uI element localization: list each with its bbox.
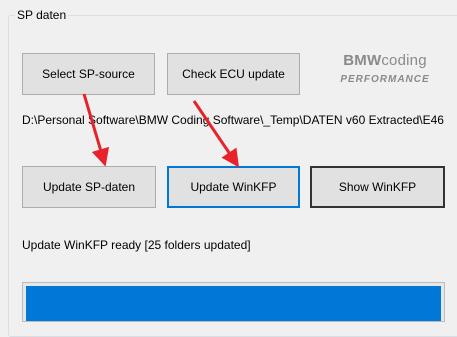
groupbox-title: SP daten [15, 8, 69, 22]
bmwcoding-logo: BMWcoding PERFORMANCE [320, 52, 450, 85]
update-winkfp-button[interactable]: Update WinKFP [167, 166, 300, 208]
progress-bar [22, 282, 445, 322]
progress-fill [26, 286, 441, 321]
logo-title: BMWcoding [320, 52, 450, 69]
check-ecu-update-button[interactable]: Check ECU update [167, 53, 300, 95]
logo-title-rest: coding [381, 52, 427, 69]
sp-source-path: D:\Personal Software\BMW Coding Software… [22, 113, 444, 127]
show-winkfp-button[interactable]: Show WinKFP [310, 166, 445, 208]
update-sp-daten-button[interactable]: Update SP-daten [22, 166, 156, 208]
logo-title-bold: BMW [343, 52, 382, 69]
status-message: Update WinKFP ready [25 folders updated] [22, 238, 251, 252]
logo-subtitle: PERFORMANCE [340, 74, 430, 85]
select-sp-source-button[interactable]: Select SP-source [22, 53, 155, 95]
